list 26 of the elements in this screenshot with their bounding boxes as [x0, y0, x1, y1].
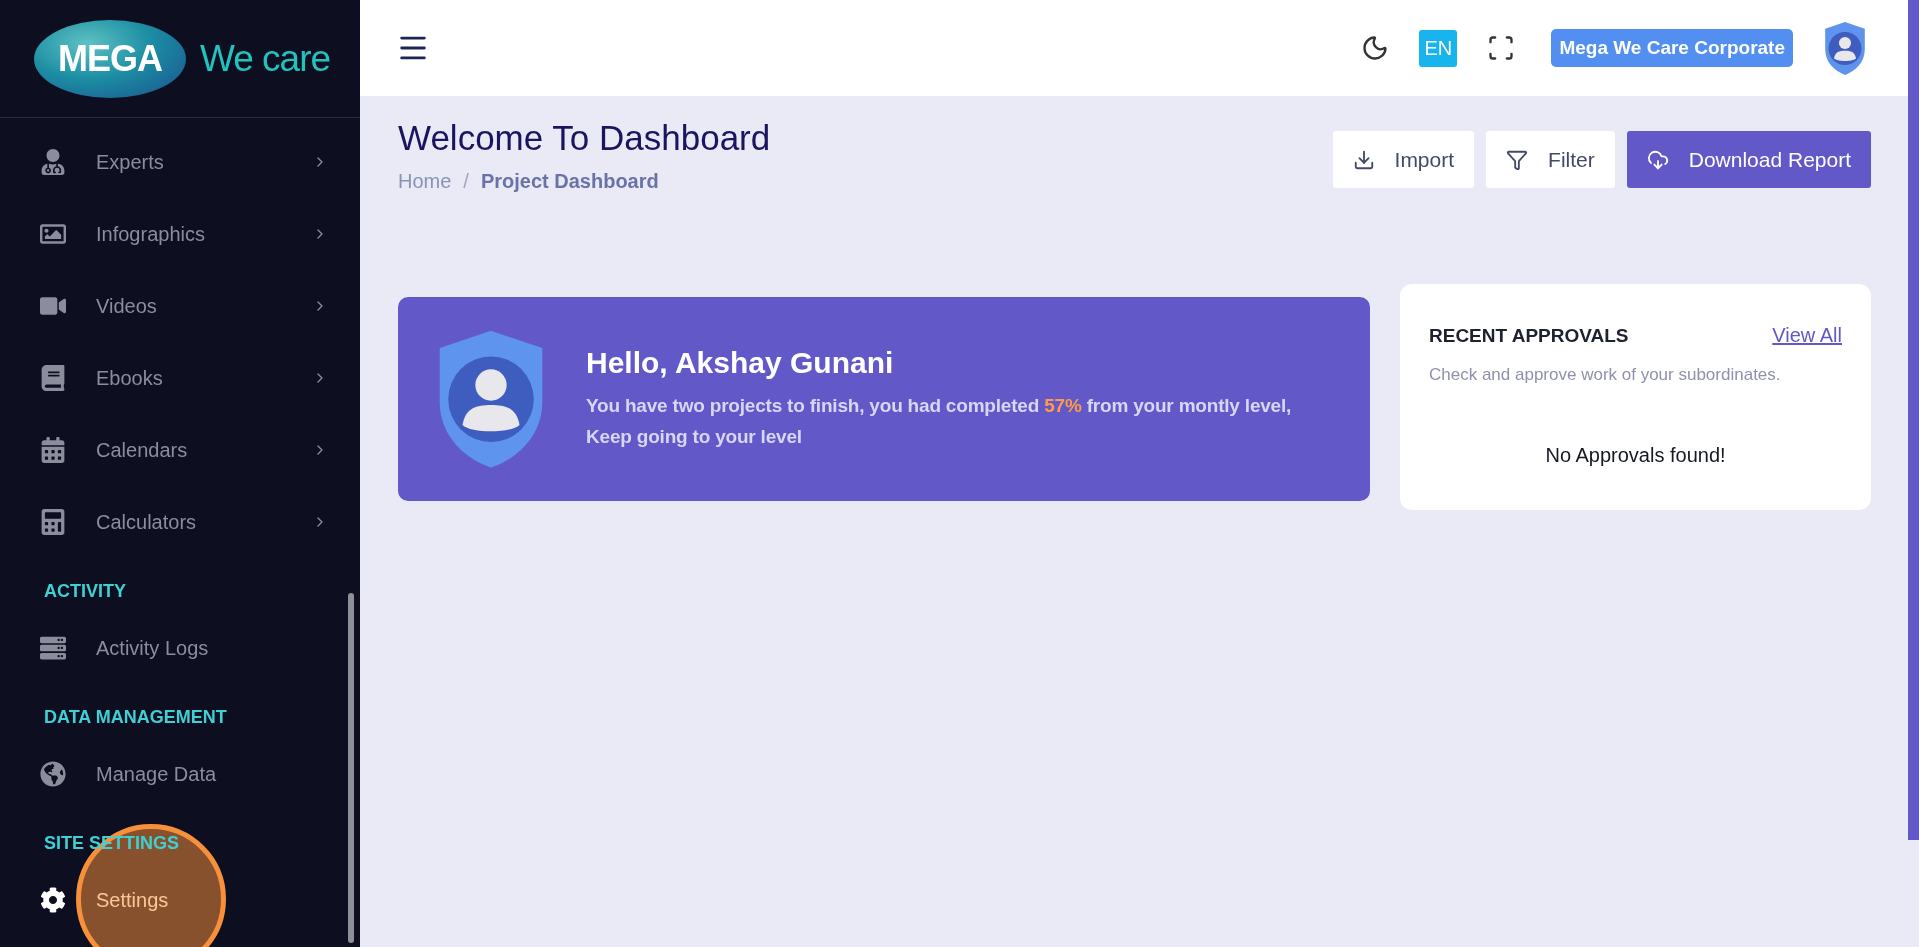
- logo-badge: MEGA: [34, 19, 186, 98]
- sidebar-item[interactable]: Calendars: [0, 414, 360, 486]
- company-badge: Mega We Care Corporate: [1551, 29, 1793, 67]
- sidebar-item[interactable]: Ebooks: [0, 342, 360, 414]
- breadcrumb-item: Project Dashboard: [480, 170, 659, 193]
- logo-text: We care: [200, 37, 331, 80]
- sidebar-item[interactable]: Settings: [0, 864, 360, 936]
- card-subtitle: Check and approve work of your subordinates.: [1429, 365, 1782, 385]
- download-button[interactable]: Download Report: [1626, 131, 1871, 188]
- sidebar-item[interactable]: Experts: [0, 126, 360, 198]
- progress-message: You have two projects to finish, you had completed 57% from your montly level, Keep going to your level: [586, 394, 1293, 449]
- greeting: Hello, Akshay Gunani: [586, 346, 895, 380]
- sidebar-item[interactable]: Infographics: [0, 198, 360, 270]
- sidebar-item[interactable]: Activity Logs: [0, 612, 360, 684]
- import-button[interactable]: Import: [1332, 131, 1475, 188]
- view-all-link[interactable]: View All: [1772, 324, 1842, 347]
- sidebar-item[interactable]: Videos: [0, 270, 360, 342]
- filter-button[interactable]: Filter: [1486, 131, 1615, 188]
- section-heading: ACTIVITY: [43, 580, 127, 603]
- section-heading: DATA MANAGEMENT: [43, 706, 228, 729]
- page-title: Welcome To Dashboard: [398, 118, 772, 158]
- breadcrumb-separator: /: [463, 170, 469, 193]
- empty-message: No Approvals found!: [1544, 444, 1727, 467]
- card-title: RECENT APPROVALS: [1429, 324, 1629, 347]
- sidebar-item[interactable]: Manage Data: [0, 738, 360, 810]
- sidebar-item[interactable]: Calculators: [0, 486, 360, 558]
